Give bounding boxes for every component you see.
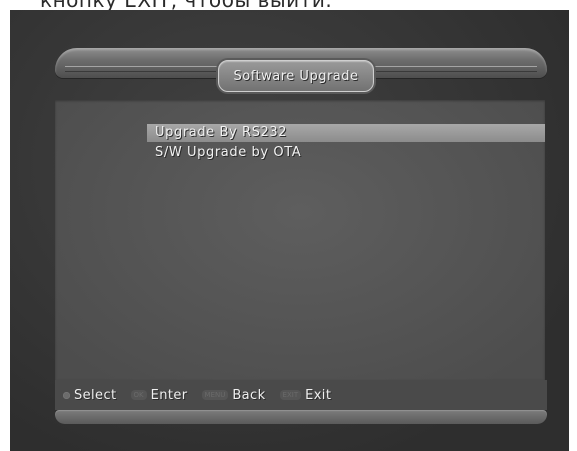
legend-back: MENU Back bbox=[201, 387, 266, 403]
key-legend-bar: Select OK Enter MENU Back EXIT Exit bbox=[55, 380, 547, 410]
page-title: Software Upgrade bbox=[233, 68, 359, 84]
ok-dot-icon bbox=[63, 391, 70, 399]
ok-key-icon: OK bbox=[130, 390, 147, 400]
menu-key-icon: MENU bbox=[201, 390, 229, 400]
legend-select: Select bbox=[63, 388, 117, 403]
legend-select-label: Select bbox=[74, 387, 117, 403]
legend-exit: EXIT Exit bbox=[279, 387, 332, 403]
legend-exit-label: Exit bbox=[305, 387, 332, 403]
title-tab: Software Upgrade bbox=[218, 60, 374, 92]
manual-caption: кнопку EXIT, чтобы выйти. bbox=[40, 0, 333, 12]
legend-enter: OK Enter bbox=[130, 387, 188, 403]
menu-item-upgrade-by-rs232[interactable]: Upgrade By RS232 bbox=[147, 124, 545, 142]
exit-key-icon: EXIT bbox=[279, 390, 302, 400]
menu-item-sw-upgrade-by-ota[interactable]: S/W Upgrade by OTA bbox=[147, 144, 545, 162]
legend-enter-label: Enter bbox=[150, 387, 188, 403]
legend-back-label: Back bbox=[232, 387, 266, 403]
bottom-frame bbox=[55, 410, 547, 424]
menu-panel: Upgrade By RS232 S/W Upgrade by OTA bbox=[55, 100, 545, 380]
